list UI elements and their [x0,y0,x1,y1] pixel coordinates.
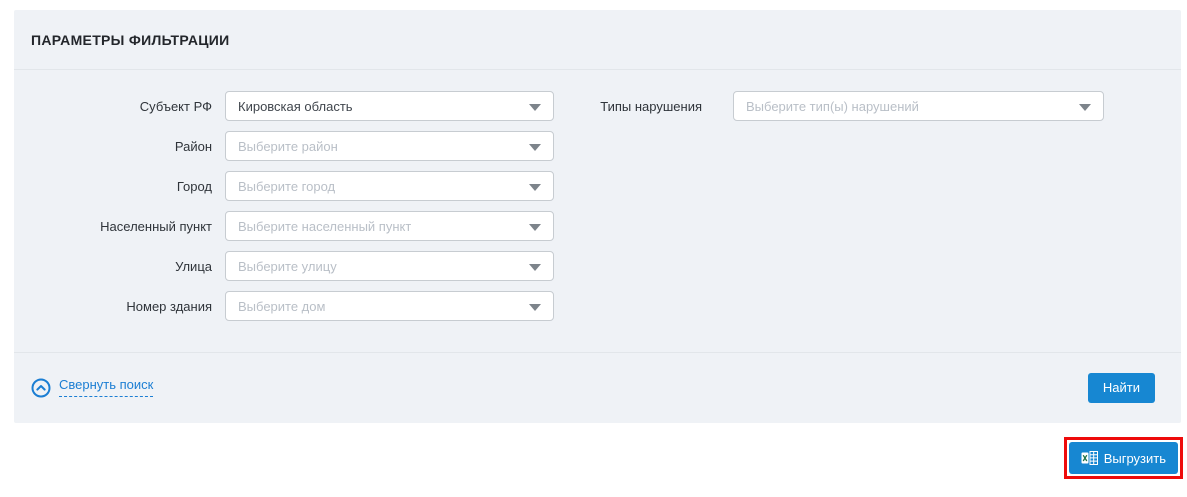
district-placeholder: Выберите район [238,139,338,154]
filter-form: Субъект РФ Кировская область Район Выбер… [14,70,1181,353]
district-label: Район [14,139,212,154]
form-row-district: Район Выберите район [14,131,1181,161]
building-number-placeholder: Выберите дом [238,299,325,314]
chevron-down-icon [529,264,541,271]
chevron-down-icon [529,104,541,111]
excel-icon [1081,451,1098,465]
chevron-up-circle-icon [31,378,51,398]
panel-title: ПАРАМЕТРЫ ФИЛЬТРАЦИИ [31,32,229,48]
form-row-settlement: Населенный пункт Выберите населенный пун… [14,211,1181,241]
export-row: Выгрузить [0,437,1183,479]
filter-column-left: Субъект РФ Кировская область Район Выбер… [14,91,1181,321]
subject-rf-label: Субъект РФ [14,99,212,114]
building-number-label: Номер здания [14,299,212,314]
street-select[interactable]: Выберите улицу [225,251,554,281]
chevron-down-icon [529,224,541,231]
subject-rf-select[interactable]: Кировская область [225,91,554,121]
chevron-down-icon [529,144,541,151]
city-label: Город [14,179,212,194]
form-row-city: Город Выберите город [14,171,1181,201]
violation-types-select[interactable]: Выберите тип(ы) нарушений [733,91,1104,121]
page: ПАРАМЕТРЫ ФИЛЬТРАЦИИ Субъект РФ Кировска… [0,10,1187,479]
settlement-label: Населенный пункт [14,219,212,234]
find-button[interactable]: Найти [1088,373,1155,403]
collapse-search-link[interactable]: Свернуть поиск [31,378,153,398]
export-button-label: Выгрузить [1104,451,1166,466]
district-select[interactable]: Выберите район [225,131,554,161]
filter-column-right: Типы нарушения Выберите тип(ы) нарушений [574,91,1104,121]
chevron-down-icon [529,304,541,311]
panel-header: ПАРАМЕТРЫ ФИЛЬТРАЦИИ [14,10,1181,70]
violation-types-label: Типы нарушения [574,99,702,114]
collapse-search-label: Свернуть поиск [59,377,153,397]
panel-footer: Свернуть поиск Найти [14,353,1181,422]
settlement-placeholder: Выберите населенный пункт [238,219,411,234]
building-number-select[interactable]: Выберите дом [225,291,554,321]
street-placeholder: Выберите улицу [238,259,337,274]
street-label: Улица [14,259,212,274]
city-select[interactable]: Выберите город [225,171,554,201]
chevron-down-icon [1079,104,1091,111]
subject-rf-value: Кировская область [238,99,353,114]
chevron-down-icon [529,184,541,191]
highlight-annotation: Выгрузить [1064,437,1183,479]
city-placeholder: Выберите город [238,179,335,194]
export-button[interactable]: Выгрузить [1069,442,1178,474]
settlement-select[interactable]: Выберите населенный пункт [225,211,554,241]
form-row-street: Улица Выберите улицу [14,251,1181,281]
violation-types-placeholder: Выберите тип(ы) нарушений [746,99,919,114]
form-row-building-number: Номер здания Выберите дом [14,291,1181,321]
filter-panel: ПАРАМЕТРЫ ФИЛЬТРАЦИИ Субъект РФ Кировска… [14,10,1181,423]
